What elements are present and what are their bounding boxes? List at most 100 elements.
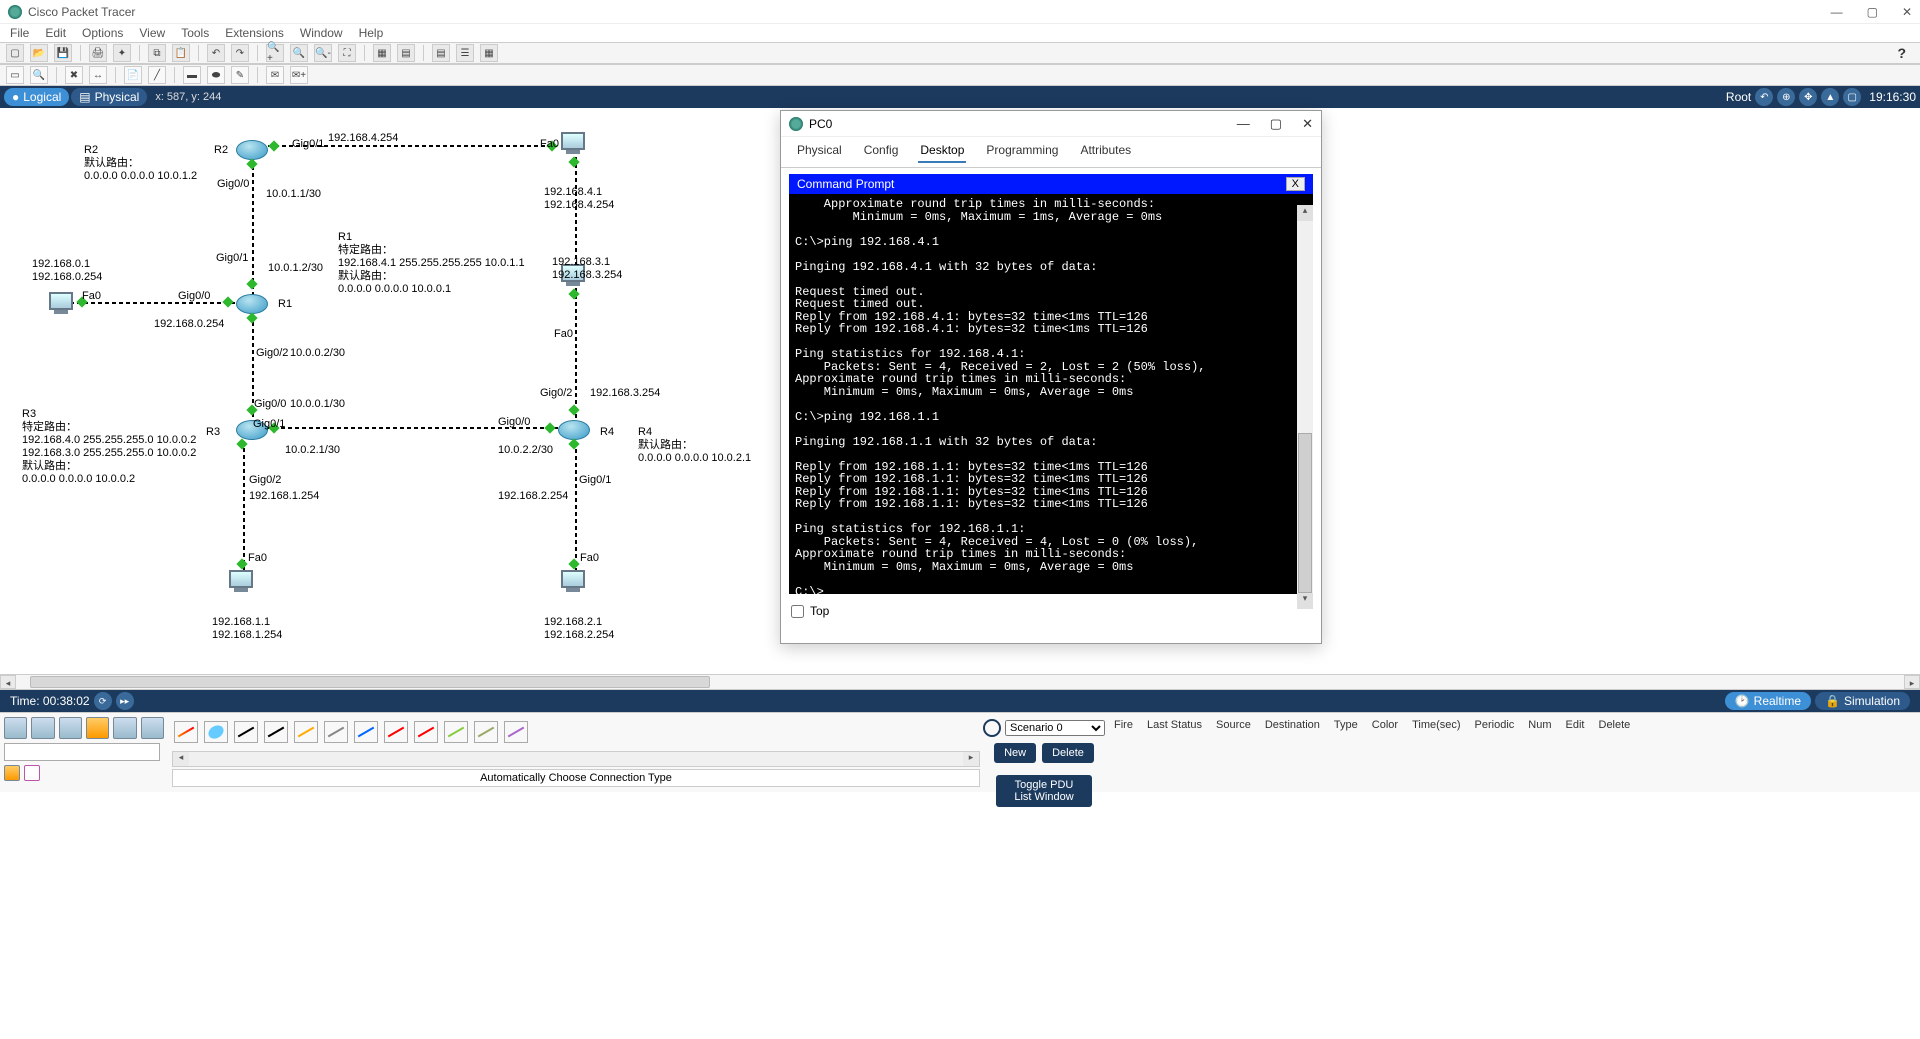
add-simple-pdu-icon[interactable]: ✉ <box>266 66 284 84</box>
scenario-delete-button[interactable]: Delete <box>1042 743 1094 763</box>
cable-scroll-right[interactable]: ▸ <box>963 752 979 766</box>
palette-icon[interactable]: ▦ <box>373 44 391 62</box>
tab-physical[interactable]: Physical <box>795 141 844 163</box>
logical-tab[interactable]: ● Logical <box>4 88 69 106</box>
cable-auto-icon[interactable] <box>174 721 198 743</box>
scenario-select[interactable]: Scenario 0 <box>1005 720 1105 736</box>
menu-extensions[interactable]: Extensions <box>225 26 284 40</box>
simulation-mode-button[interactable]: 🔒 Simulation <box>1815 692 1910 710</box>
cable-phone-icon[interactable] <box>324 721 348 743</box>
zoom-reset-icon[interactable]: 🔍 <box>290 44 308 62</box>
move-object-icon[interactable]: ✥ <box>1799 88 1817 106</box>
print-icon[interactable]: 🖨 <box>89 44 107 62</box>
delete-tool-icon[interactable]: ✖ <box>65 66 83 84</box>
zoom-in-icon[interactable]: 🔍+ <box>266 44 284 62</box>
router-r1[interactable] <box>236 294 268 314</box>
open-file-icon[interactable]: 📂 <box>30 44 48 62</box>
scenario-toggle-icon[interactable] <box>983 719 1001 737</box>
cable-fiber-icon[interactable] <box>294 721 318 743</box>
maximize-button[interactable]: ▢ <box>1867 5 1878 19</box>
save-icon[interactable]: 💾 <box>54 44 72 62</box>
cable-octal-icon[interactable] <box>444 721 468 743</box>
menu-options[interactable]: Options <box>82 26 123 40</box>
devcat-end[interactable] <box>31 717 54 739</box>
resize-tool-icon[interactable]: ↔ <box>89 66 107 84</box>
scenario-new-button[interactable]: New <box>994 743 1036 763</box>
device-search-input[interactable] <box>4 743 160 761</box>
select-tool-icon[interactable]: ▭ <box>6 66 24 84</box>
zoom-out-icon[interactable]: 🔍- <box>314 44 332 62</box>
scroll-left-icon[interactable]: ◂ <box>0 675 16 689</box>
menu-window[interactable]: Window <box>300 26 343 40</box>
router-r4[interactable] <box>558 420 590 440</box>
pc-botleft[interactable] <box>226 570 256 596</box>
bg-image-icon[interactable]: ▲ <box>1821 88 1839 106</box>
top-checkbox[interactable] <box>791 605 804 618</box>
devcat-misc[interactable] <box>113 717 136 739</box>
scroll-up-icon[interactable]: ▴ <box>1297 205 1313 221</box>
pc-topright[interactable] <box>558 132 588 158</box>
device-dialog[interactable]: PC0 — ▢ ✕ Physical Config Desktop Progra… <box>780 110 1322 644</box>
copy-icon[interactable]: ⧉ <box>148 44 166 62</box>
devcat-sel-structured[interactable] <box>24 765 40 781</box>
cable-usb-icon[interactable] <box>504 721 528 743</box>
scroll-thumb[interactable] <box>1298 433 1312 593</box>
devcat-sel-connections[interactable] <box>4 765 20 781</box>
terminal-scrollbar[interactable]: ▴ ▾ <box>1297 205 1313 609</box>
cable-iot-icon[interactable] <box>474 721 498 743</box>
menu-file[interactable]: File <box>10 26 29 40</box>
close-button[interactable]: ✕ <box>1902 5 1912 19</box>
cable-serial-dce-icon[interactable] <box>384 721 408 743</box>
cmd-close-button[interactable]: X <box>1286 177 1305 191</box>
root-label[interactable]: Root <box>1726 90 1751 104</box>
power-cycle-icon[interactable]: ⟳ <box>94 692 112 710</box>
toggle-pdu-list-button[interactable]: Toggle PDU List Window <box>996 775 1092 807</box>
table-icon[interactable]: ▦ <box>480 44 498 62</box>
note-r2[interactable]: R2 默认路由： 0.0.0.0 0.0.0.0 10.0.1.2 <box>82 142 199 185</box>
back-nav-icon[interactable]: ↶ <box>1755 88 1773 106</box>
cable-straight-icon[interactable] <box>234 721 258 743</box>
hscroll-thumb[interactable] <box>30 676 710 688</box>
draw-ellipse-icon[interactable]: ⬬ <box>207 66 225 84</box>
tab-desktop[interactable]: Desktop <box>918 141 966 163</box>
fast-forward-icon[interactable]: ▸▸ <box>116 692 134 710</box>
scroll-down-icon[interactable]: ▾ <box>1297 593 1313 609</box>
undo-icon[interactable]: ↶ <box>207 44 225 62</box>
router-r2[interactable] <box>236 140 268 160</box>
help-icon[interactable]: ? <box>1897 45 1914 61</box>
pc-botright[interactable] <box>558 570 588 596</box>
dialog-minimize-icon[interactable]: — <box>1237 116 1250 132</box>
cable-tray-scroll[interactable]: ◂ ▸ <box>172 751 980 767</box>
note-r1[interactable]: R1 特定路由： 192.168.4.1 255.255.255.255 10.… <box>336 229 527 298</box>
devcat-network[interactable] <box>4 717 27 739</box>
dialog-titlebar[interactable]: PC0 — ▢ ✕ <box>781 111 1321 137</box>
canvas-hscroll[interactable]: ◂ ▸ <box>0 674 1920 690</box>
paste-icon[interactable]: 📋 <box>172 44 190 62</box>
draw-freeform-icon[interactable]: ✎ <box>231 66 249 84</box>
dialog-close-icon[interactable]: ✕ <box>1302 116 1313 132</box>
devcat-components[interactable] <box>59 717 82 739</box>
redo-icon[interactable]: ↷ <box>231 44 249 62</box>
cable-coax-icon[interactable] <box>354 721 378 743</box>
menu-view[interactable]: View <box>139 26 165 40</box>
zoom-fit-icon[interactable]: ⛶ <box>338 44 356 62</box>
menu-edit[interactable]: Edit <box>45 26 66 40</box>
realtime-mode-button[interactable]: 🕑 Realtime <box>1725 692 1811 710</box>
wizard-icon[interactable]: ✦ <box>113 44 131 62</box>
devcat-multi[interactable] <box>141 717 164 739</box>
tab-attributes[interactable]: Attributes <box>1078 141 1133 163</box>
note-tool-icon[interactable]: 📄 <box>124 66 142 84</box>
scroll-right-icon[interactable]: ▸ <box>1904 675 1920 689</box>
nav-levels-icon[interactable]: ⊕ <box>1777 88 1795 106</box>
terminal-output[interactable]: Approximate round trip times in milli-se… <box>789 194 1313 594</box>
cable-console-icon[interactable] <box>204 721 228 743</box>
notes-icon[interactable]: ▤ <box>432 44 450 62</box>
add-complex-pdu-icon[interactable]: ✉+ <box>290 66 308 84</box>
draw-line-icon[interactable]: ╱ <box>148 66 166 84</box>
devcat-connections[interactable] <box>86 717 109 739</box>
pc-left[interactable] <box>46 292 76 318</box>
note-r3[interactable]: R3 特定路由： 192.168.4.0 255.255.255.0 10.0.… <box>20 406 198 488</box>
minimize-button[interactable]: — <box>1831 5 1843 19</box>
draw-rect-icon[interactable]: ▬ <box>183 66 201 84</box>
device-dialog-icon[interactable]: ▤ <box>397 44 415 62</box>
